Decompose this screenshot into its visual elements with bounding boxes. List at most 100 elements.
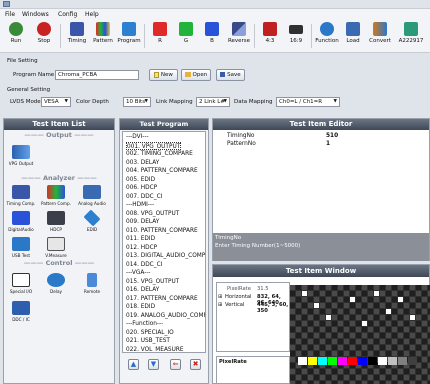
save-button[interactable]: Save	[216, 69, 245, 81]
pattern-button[interactable]: Pattern	[89, 22, 117, 52]
editor-hint-text: Enter Timing Number(1~5000)	[215, 243, 301, 249]
function-button[interactable]: Function	[313, 22, 341, 52]
timing-no-value[interactable]: 510	[326, 133, 338, 139]
green-button[interactable]: G	[172, 22, 200, 52]
chevron-down-icon: ▼	[223, 99, 227, 104]
expand-icon[interactable]: ⊞	[218, 302, 222, 308]
program-list-item[interactable]: 005. EDID	[126, 176, 155, 184]
usb-icon	[12, 237, 30, 251]
data-mapping-select[interactable]: Ch0=L / Ch1=R ▼	[276, 97, 340, 107]
program-list-item[interactable]: 002. TIMING_COMPARE	[126, 150, 193, 158]
aspect-16-9-icon	[289, 25, 303, 34]
program-name-label: Program Name	[13, 72, 55, 78]
color-depth-select[interactable]: 10 Bits ▼	[123, 97, 151, 107]
remote-icon	[87, 273, 97, 287]
program-list-item[interactable]: 007. DDC_CI	[126, 193, 162, 201]
hdcp-item[interactable]: HDCP	[40, 211, 72, 232]
data-mapping-label: Data Mapping	[234, 99, 273, 105]
program-button[interactable]: Program	[115, 22, 143, 52]
lvds-mode-label: LVDS Mode	[10, 99, 41, 105]
program-list-item[interactable]: 014. DDC_CI	[126, 261, 162, 269]
red-icon	[153, 22, 167, 36]
program-list-item[interactable]: 020. SPECIAL_IO	[126, 329, 174, 337]
special-io-item[interactable]: Special I/O	[6, 273, 36, 294]
clock-icon	[47, 273, 65, 287]
convert-button[interactable]: Convert	[366, 22, 394, 52]
blue-button[interactable]: B	[198, 22, 226, 52]
analyzer-group-label: ——— Analyzer ———	[21, 174, 97, 182]
link-mapping-select[interactable]: 2 Link L# ▼	[196, 97, 230, 107]
program-list-item[interactable]: 017. PATTERN_COMPARE	[126, 295, 198, 303]
program-list-item[interactable]: 022. VOL_MEASURE	[126, 346, 184, 353]
ratio-4-3-button[interactable]: 4:3	[256, 22, 284, 52]
menu-windows[interactable]: Windows	[22, 11, 49, 18]
program-list-item[interactable]: 004. PATTERN_COMPARE	[126, 167, 198, 175]
program-list-item[interactable]: ---DVI---	[126, 133, 149, 141]
file-setting-label: File Setting	[7, 58, 38, 64]
run-button[interactable]: Run	[2, 22, 30, 52]
test-item-editor-panel: Test Item Editor TimingNo 510 PatternNo …	[212, 118, 430, 261]
ddc-icon	[12, 301, 30, 315]
analog-audio-item[interactable]: Analog Audio	[76, 185, 108, 206]
program-list-item[interactable]: 018. EDID	[126, 303, 155, 311]
ratio-16-9-button[interactable]: 16:9	[282, 22, 310, 52]
move-down-button[interactable]: ▼	[148, 359, 159, 370]
menu-help[interactable]: Help	[85, 11, 99, 18]
menu-config[interactable]: Config	[58, 11, 77, 18]
program-list-item[interactable]: 019. ANALOG_AUDIO_COMPARE	[126, 312, 205, 320]
hdcp-icon	[47, 211, 65, 225]
editor-hint-title: TimingNo	[215, 235, 242, 241]
program-list-item[interactable]: ---VGA---	[126, 269, 151, 277]
program-management-panel: Test Program Managment ---DVI---001. VPG…	[119, 118, 209, 384]
blue-icon	[205, 22, 219, 36]
new-button[interactable]: New	[149, 69, 178, 81]
timing-button[interactable]: Timing	[63, 22, 91, 52]
delete-button[interactable]: ✖	[190, 359, 201, 370]
edid-icon	[83, 209, 101, 227]
remote-item[interactable]: Remote	[76, 273, 108, 294]
program-list-item[interactable]: 009. DELAY	[126, 218, 159, 226]
delay-item[interactable]: Delay	[40, 273, 72, 294]
pattern-grid-svg	[290, 285, 430, 384]
expand-icon[interactable]: ⊞	[218, 294, 222, 300]
move-up-button[interactable]: ▲	[128, 359, 139, 370]
program-list-item[interactable]: ---Function---	[126, 320, 163, 328]
red-button[interactable]: R	[146, 22, 174, 52]
program-list-item[interactable]: 021. USB_TEST	[126, 337, 170, 345]
timing-comp-item[interactable]: Timing Comp.	[6, 185, 36, 206]
program-list-item[interactable]: 001. VPG_OUTPUT	[126, 141, 182, 150]
digital-audio-item[interactable]: DigitalAudio	[6, 211, 36, 232]
usb-test-item[interactable]: USB Test	[6, 237, 36, 258]
editor-hint-box: TimingNo Enter Timing Number(1~5000)	[213, 233, 429, 261]
program-list-item[interactable]: ---HDMI---	[126, 201, 154, 209]
program-list[interactable]: ---DVI--- 001. VPG_OUTPUT 002. TIMING_COMP…	[122, 131, 206, 353]
v-measure-item[interactable]: V.Measure	[40, 237, 72, 258]
program-list-item[interactable]: 016. DELAY	[126, 286, 159, 294]
reverse-button[interactable]: Reverse	[225, 22, 253, 52]
program-list-item[interactable]: 015. VPG_OUTPUT	[126, 278, 179, 286]
program-name-input[interactable]: Chroma_PCBA	[55, 70, 139, 80]
run-icon	[9, 22, 23, 36]
gear-icon	[320, 22, 334, 36]
lvds-mode-select[interactable]: VESA ▼	[41, 97, 71, 107]
load-button[interactable]: Load	[339, 22, 367, 52]
program-list-item[interactable]: 012. HDCP	[126, 244, 157, 252]
edid-item[interactable]: EDID	[76, 209, 108, 232]
green-icon	[179, 22, 193, 36]
ddc-ic-item[interactable]: DDC / IC	[6, 301, 36, 322]
program-list-item[interactable]: 006. HDCP	[126, 184, 157, 192]
pattern-no-value[interactable]: 1	[326, 141, 330, 147]
vpg-output-item[interactable]: VPG Output	[8, 145, 34, 166]
insert-button[interactable]: ⇐	[170, 359, 181, 370]
pattern-comp-item[interactable]: Pattern Comp.	[40, 185, 72, 206]
program-list-item[interactable]: 013. DIGITAL_AUDIO_COMPARE	[126, 252, 205, 260]
open-button[interactable]: Open	[181, 69, 211, 81]
program-list-item[interactable]: 003. DELAY	[126, 159, 159, 167]
program-list-item[interactable]: 010. PATTERN_COMPARE	[126, 227, 198, 235]
device-button[interactable]: A222917	[395, 22, 427, 52]
stop-button[interactable]: Stop	[30, 22, 58, 52]
chevron-down-icon: ▼	[64, 99, 68, 104]
program-list-item[interactable]: 011. EDID	[126, 235, 155, 243]
program-list-item[interactable]: 008. VPG_OUTPUT	[126, 210, 179, 218]
menu-file[interactable]: File	[5, 11, 15, 18]
